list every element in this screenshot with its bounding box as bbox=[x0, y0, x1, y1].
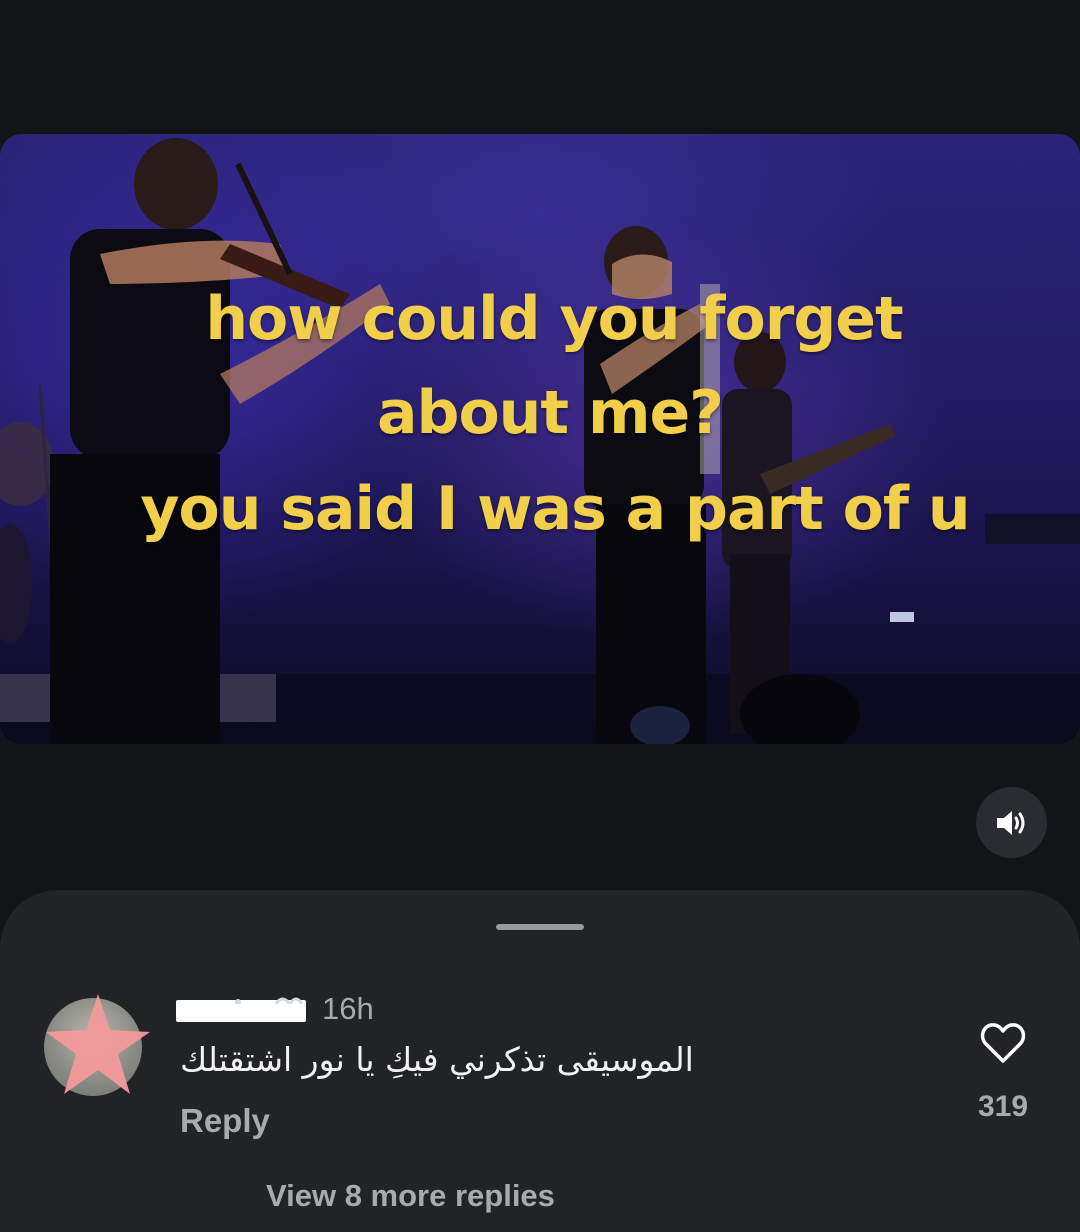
app-screen: how could you forget about me? you said … bbox=[0, 0, 1080, 1232]
star-sticker-icon bbox=[46, 994, 150, 1094]
reply-button[interactable]: Reply bbox=[180, 1102, 270, 1140]
caption-line-3: you said I was a part of u bbox=[140, 474, 970, 544]
volume-toggle-button[interactable] bbox=[976, 787, 1047, 858]
like-count: 319 bbox=[977, 1090, 1029, 1123]
speaker-volume-icon bbox=[996, 810, 1024, 835]
sheet-drag-handle[interactable] bbox=[496, 924, 584, 930]
heart-outline-icon[interactable] bbox=[980, 1022, 1026, 1064]
comment-text: الموسيقى تذكرني فيكِ يا نور اشتقتلك bbox=[180, 1040, 694, 1079]
view-more-replies-button[interactable]: View 8 more replies bbox=[266, 1178, 555, 1214]
caption-line-2: about me? bbox=[377, 378, 724, 448]
username-redaction-fragment bbox=[235, 997, 302, 1004]
caption-line-1: how could you forget bbox=[205, 284, 903, 354]
comments-sheet: 16h الموسيقى تذكرني فيكِ يا نور اشتقتلك … bbox=[0, 890, 1080, 1232]
avatar[interactable] bbox=[44, 994, 150, 1096]
comment-timestamp: 16h bbox=[322, 991, 374, 1026]
video-player[interactable]: how could you forget about me? you said … bbox=[0, 134, 1080, 744]
